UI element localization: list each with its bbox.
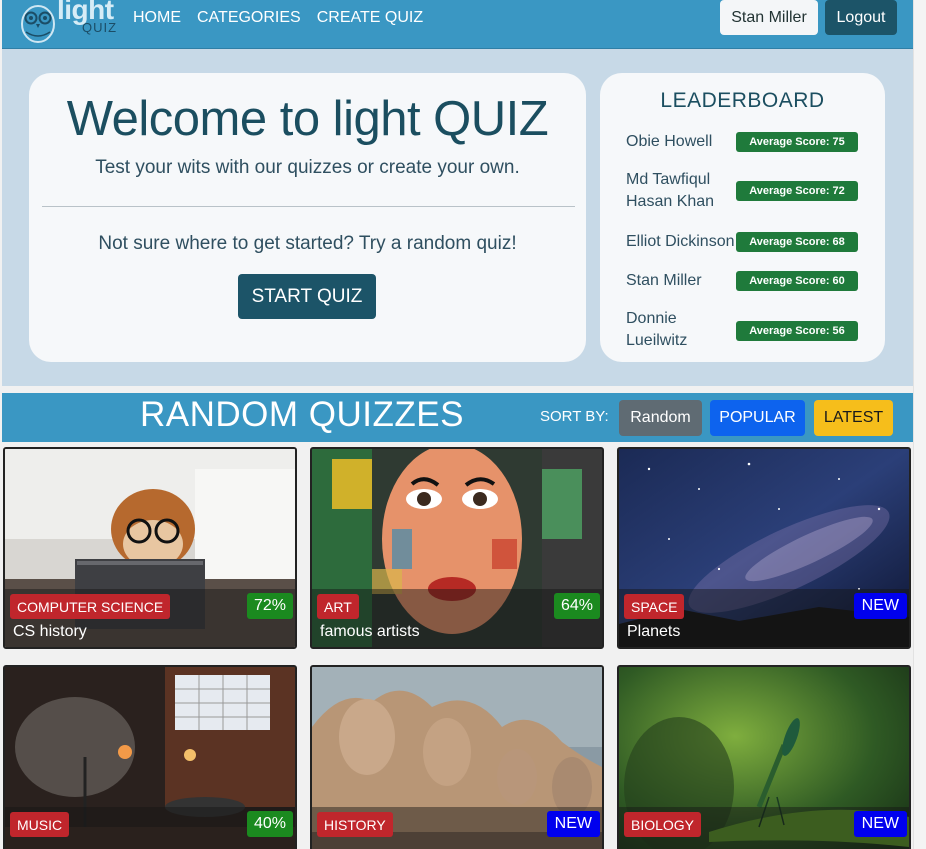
score-percent-badge: 64% — [553, 593, 600, 619]
leaderboard-entry: Donnie Lueilwitz Average Score: 56 — [626, 308, 866, 352]
quiz-title: famous artists — [320, 623, 420, 640]
leaderboard-entry: Obie Howell Average Score: 75 — [626, 131, 866, 153]
logout-button[interactable]: Logout — [825, 0, 897, 35]
quiz-card[interactable]: MUSIC 40% — [3, 665, 297, 849]
leaderboard-name: Stan Miller — [626, 272, 702, 289]
new-badge: NEW — [853, 593, 907, 619]
leaderboard-name: Obie Howell — [626, 133, 713, 150]
leaderboard-name: Md Tawfiqul Hasan Khan — [626, 171, 715, 210]
welcome-card: Welcome to light QUIZ Test your wits wit… — [29, 73, 586, 362]
quiz-card[interactable]: HISTORY NEW — [310, 665, 604, 849]
user-profile-button[interactable]: Stan Miller — [720, 0, 818, 35]
leaderboard-entry: Stan Miller Average Score: 60 — [626, 270, 866, 292]
quiz-title: CS history — [13, 623, 87, 640]
welcome-title: Welcome to light QUIZ — [66, 92, 549, 146]
page: light QUIZ HOME CATEGORIES CREATE QUIZ S… — [2, 0, 913, 849]
section-title: RANDOM QUIZZES — [140, 395, 464, 434]
category-badge: COMPUTER SCIENCE — [10, 594, 171, 619]
leaderboard-name: Elliot Dickinson — [626, 233, 735, 250]
scrollbar-track[interactable] — [913, 0, 926, 849]
score-badge: Average Score: 68 — [736, 232, 858, 252]
score-percent-badge: 72% — [246, 593, 293, 619]
quiz-card[interactable]: BIOLOGY NEW — [617, 665, 911, 849]
sort-random-button[interactable]: Random — [619, 400, 702, 436]
owl-logo-icon — [21, 5, 55, 43]
category-badge: HISTORY — [317, 812, 393, 837]
sort-popular-button[interactable]: POPULAR — [710, 400, 805, 436]
nav-home[interactable]: HOME — [133, 9, 181, 27]
quiz-card[interactable]: SPACE NEW Planets — [617, 447, 911, 649]
navbar: light QUIZ HOME CATEGORIES CREATE QUIZ S… — [2, 0, 913, 49]
hero-section: Welcome to light QUIZ Test your wits wit… — [2, 49, 913, 386]
category-badge: SPACE — [624, 594, 685, 619]
leaderboard-card: LEADERBOARD Obie Howell Average Score: 7… — [600, 73, 885, 362]
random-quizzes-header: RANDOM QUIZZES SORT BY: Random POPULAR L… — [2, 393, 913, 442]
site-logo[interactable]: light QUIZ — [20, 0, 118, 44]
random-quiz-prompt: Not sure where to get started? Try a ran… — [98, 233, 517, 254]
leaderboard-name: Donnie Lueilwitz — [626, 310, 688, 349]
score-badge: Average Score: 75 — [736, 132, 858, 152]
score-badge: Average Score: 60 — [736, 271, 858, 291]
sort-latest-button[interactable]: LATEST — [814, 400, 893, 436]
score-badge: Average Score: 72 — [736, 181, 858, 201]
nav-links: HOME CATEGORIES CREATE QUIZ — [133, 9, 423, 27]
leaderboard-entry: Elliot Dickinson Average Score: 68 — [626, 231, 866, 253]
leaderboard-entry: Md Tawfiqul Hasan Khan Average Score: 72 — [626, 169, 866, 213]
new-badge: NEW — [853, 811, 907, 837]
nav-create-quiz[interactable]: CREATE QUIZ — [317, 9, 423, 27]
leaderboard-title: LEADERBOARD — [660, 89, 825, 112]
quiz-title: Planets — [627, 623, 681, 640]
score-badge: Average Score: 56 — [736, 321, 858, 341]
logo-subtext: QUIZ — [82, 20, 118, 35]
category-badge: ART — [317, 594, 359, 619]
category-badge: BIOLOGY — [624, 812, 702, 837]
divider — [42, 206, 575, 207]
start-quiz-button[interactable]: START QUIZ — [238, 274, 376, 319]
sort-label: SORT BY: — [540, 408, 609, 425]
quiz-card[interactable]: ART 64% famous artists — [310, 447, 604, 649]
score-percent-badge: 40% — [246, 811, 293, 837]
new-badge: NEW — [546, 811, 600, 837]
nav-categories[interactable]: CATEGORIES — [197, 9, 301, 27]
welcome-subtitle: Test your wits with our quizzes or creat… — [95, 157, 520, 178]
quiz-card[interactable]: COMPUTER SCIENCE 72% CS history — [3, 447, 297, 649]
category-badge: MUSIC — [10, 812, 70, 837]
